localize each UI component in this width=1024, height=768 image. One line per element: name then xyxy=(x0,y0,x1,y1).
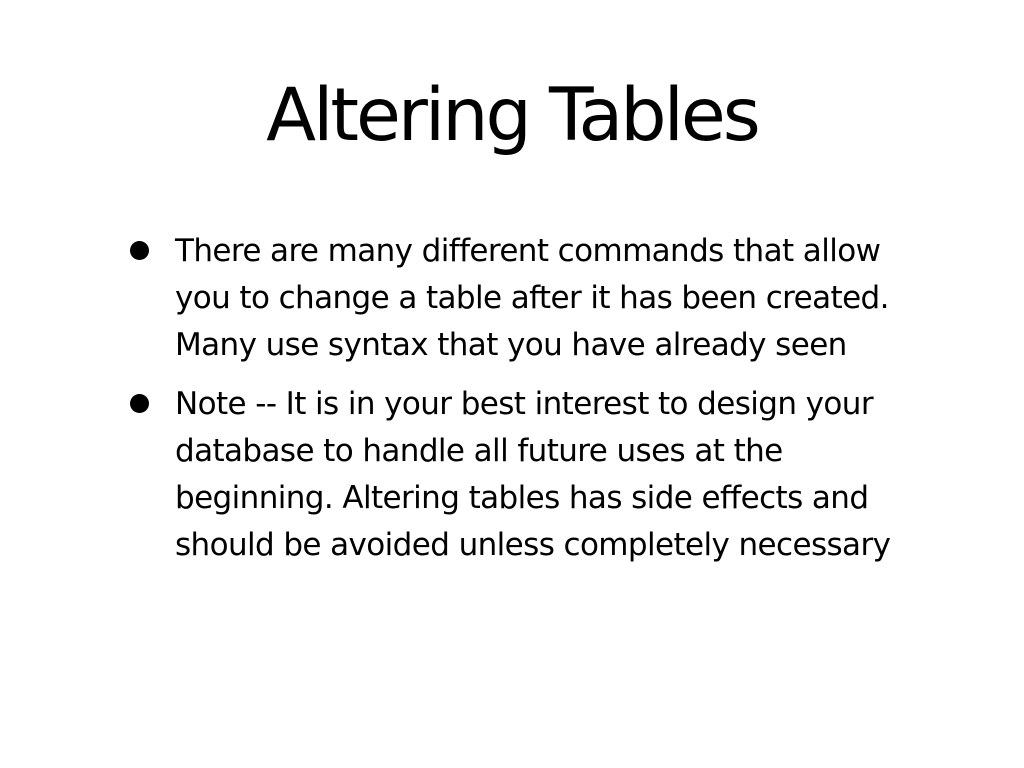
bullet-list: There are many different commands that a… xyxy=(130,228,920,581)
bullet-item: Note -- It is in your best interest to d… xyxy=(130,381,920,569)
bullet-text: Note -- It is in your best interest to d… xyxy=(175,386,891,563)
bullet-item: There are many different commands that a… xyxy=(130,228,920,369)
slide: Altering Tables There are many different… xyxy=(0,0,1024,768)
slide-title: Altering Tables xyxy=(266,73,761,158)
bullet-dot-icon xyxy=(130,394,149,413)
bullet-dot-icon xyxy=(130,241,149,260)
bullet-text: There are many different commands that a… xyxy=(175,233,889,363)
